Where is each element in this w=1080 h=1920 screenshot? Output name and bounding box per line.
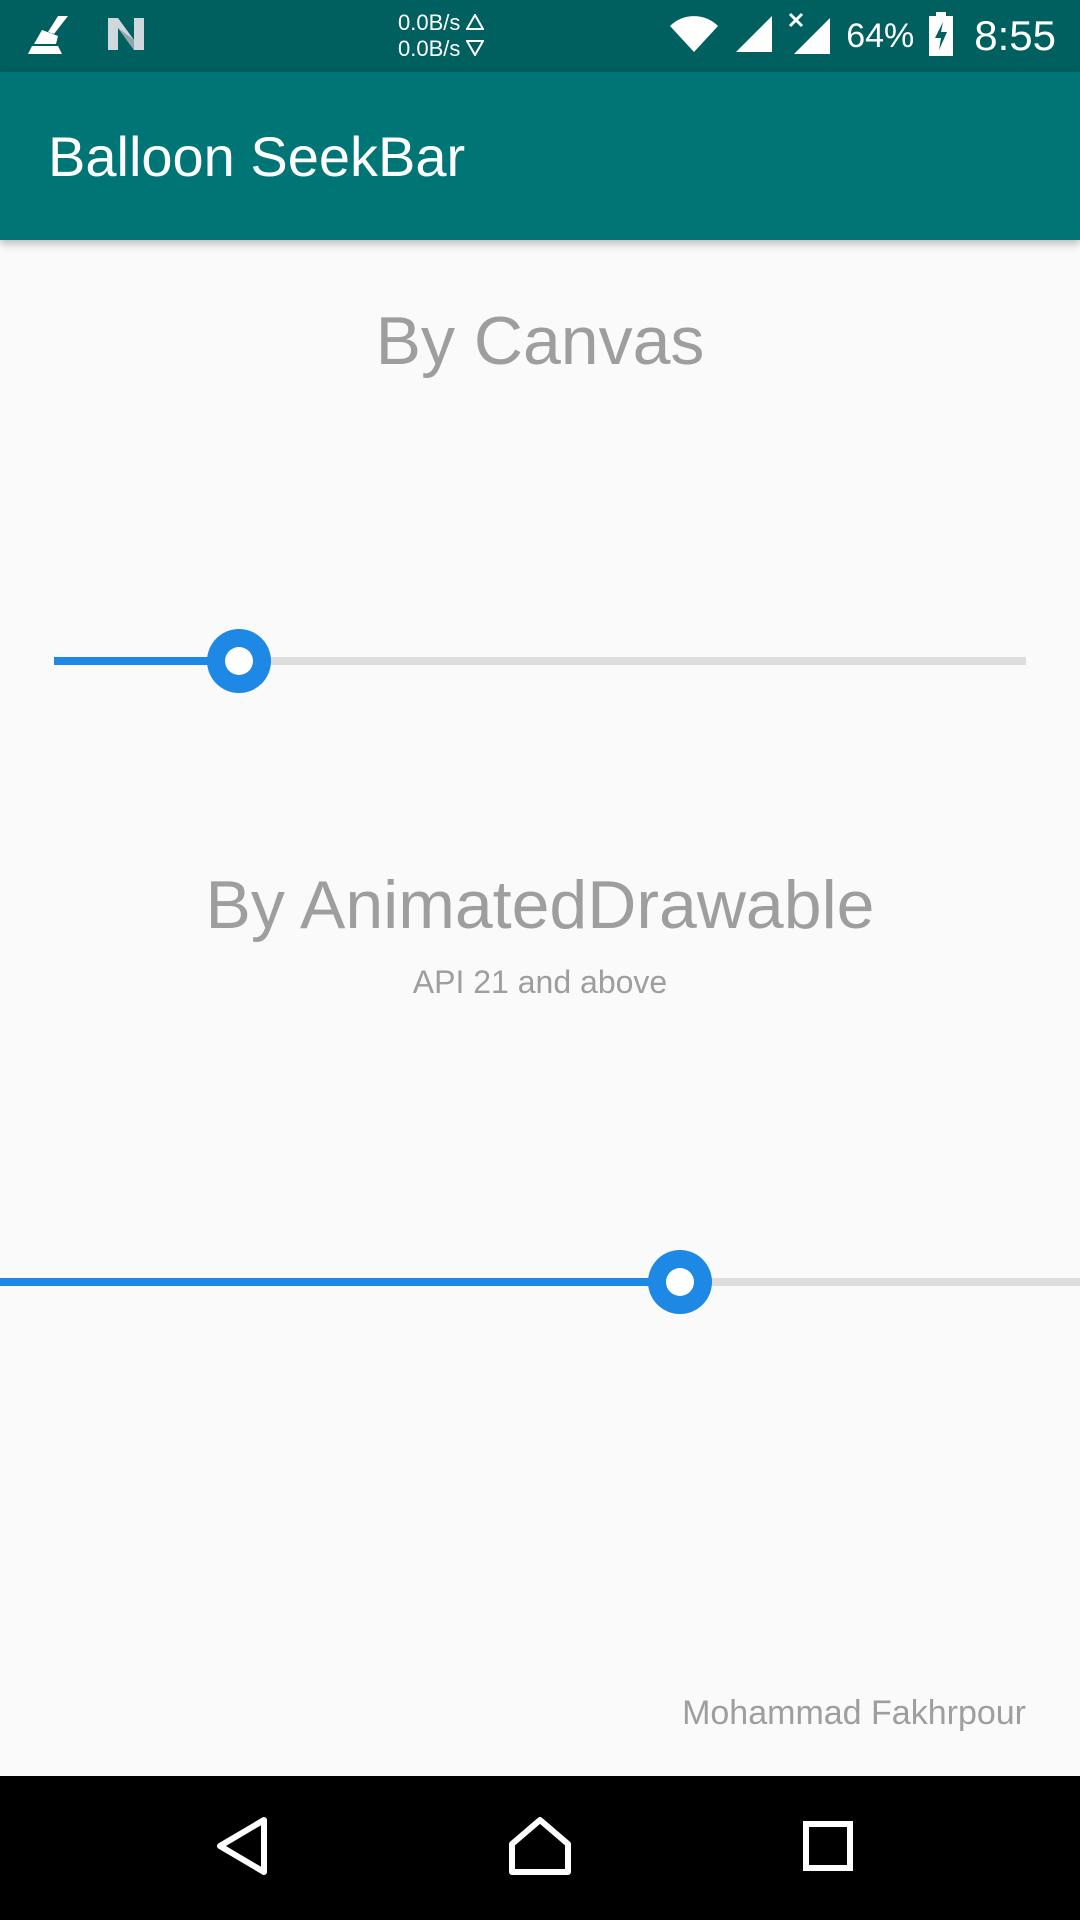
section-title-canvas: By Canvas (375, 303, 705, 379)
back-icon (214, 1816, 270, 1881)
signal-icon (734, 14, 774, 59)
home-button[interactable] (504, 1812, 576, 1884)
status-right: 64% 8:55 (668, 10, 1056, 62)
n-logo-icon (104, 14, 148, 59)
navigation-bar (0, 1776, 1080, 1920)
section-subtitle-api: API 21 and above (412, 964, 668, 1000)
app-title: Balloon SeekBar (48, 125, 466, 188)
status-left (28, 12, 148, 60)
network-speed: 0.0B/s 0.0B/s (398, 10, 508, 62)
status-bar: 0.0B/s 0.0B/s 64% 8:55 (0, 0, 1080, 72)
battery-percent: 64% (846, 16, 915, 55)
broom-icon (28, 14, 74, 59)
seekbar-thumb[interactable] (206, 629, 271, 693)
app-bar: Balloon SeekBar (0, 72, 1080, 240)
net-down-text: 0.0B/s (398, 36, 461, 61)
author-credit: Mohammad Fakhrpour (682, 1694, 1026, 1732)
seekbar-progress (0, 1278, 681, 1286)
battery-charging-icon (928, 11, 954, 61)
recents-button[interactable] (792, 1812, 864, 1884)
recents-icon (802, 1820, 854, 1877)
signal-x-icon (788, 12, 832, 61)
wifi-icon (668, 14, 720, 59)
seekbar-thumb[interactable] (648, 1250, 713, 1314)
section-title-animated-drawable: By AnimatedDrawable (205, 867, 875, 943)
clock: 8:55 (974, 12, 1056, 59)
seekbar-animated-drawable[interactable] (0, 1250, 1080, 1314)
arrow-up-icon (465, 10, 486, 36)
home-icon (508, 1816, 572, 1881)
arrow-down-icon (465, 36, 486, 62)
back-button[interactable] (206, 1812, 278, 1884)
net-up-text: 0.0B/s (398, 10, 461, 35)
seekbar-canvas[interactable] (54, 629, 1026, 693)
